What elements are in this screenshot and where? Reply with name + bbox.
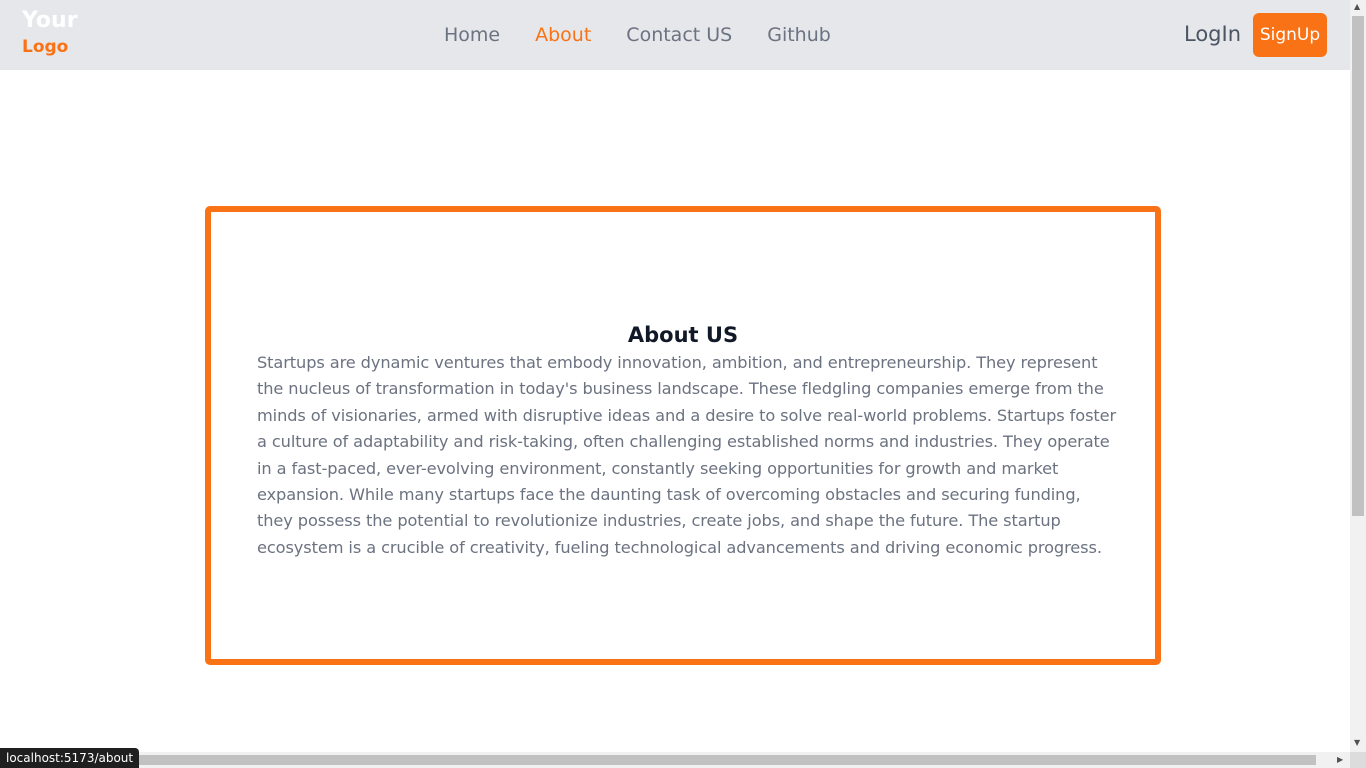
page-viewport: Your Logo Home About Contact US Github L… [0, 0, 1350, 752]
logo-line-2: Logo [22, 37, 69, 57]
login-button[interactable]: LogIn [1184, 22, 1241, 46]
about-card: About US Startups are dynamic ventures t… [205, 206, 1161, 665]
vertical-scrollbar[interactable]: ▲ ▼ [1350, 0, 1366, 752]
horizontal-scroll-thumb[interactable] [16, 755, 1316, 765]
horizontal-scrollbar[interactable]: ▶ [0, 752, 1350, 768]
scroll-up-arrow-icon[interactable]: ▲ [1354, 2, 1360, 12]
nav-link-home[interactable]: Home [444, 24, 500, 46]
status-bar-url: localhost:5173/about [0, 748, 140, 768]
about-title: About US [627, 323, 739, 347]
scrollbar-corner [1350, 752, 1366, 768]
scroll-down-arrow-icon[interactable]: ▼ [1354, 738, 1360, 748]
main-nav: Home About Contact US Github [444, 0, 831, 70]
navbar: Your Logo Home About Contact US Github L… [0, 0, 1350, 70]
logo[interactable]: Your Logo [22, 10, 78, 56]
scroll-right-arrow-icon[interactable]: ▶ [1337, 755, 1343, 765]
vertical-scroll-thumb[interactable] [1352, 16, 1364, 516]
nav-link-about[interactable]: About [535, 24, 591, 46]
logo-line-1: Your [22, 8, 78, 33]
signup-button[interactable]: SignUp [1253, 13, 1327, 57]
nav-link-github[interactable]: Github [767, 24, 831, 46]
nav-link-contact[interactable]: Contact US [626, 24, 732, 46]
about-paragraph: Startups are dynamic ventures that embod… [257, 353, 1117, 557]
